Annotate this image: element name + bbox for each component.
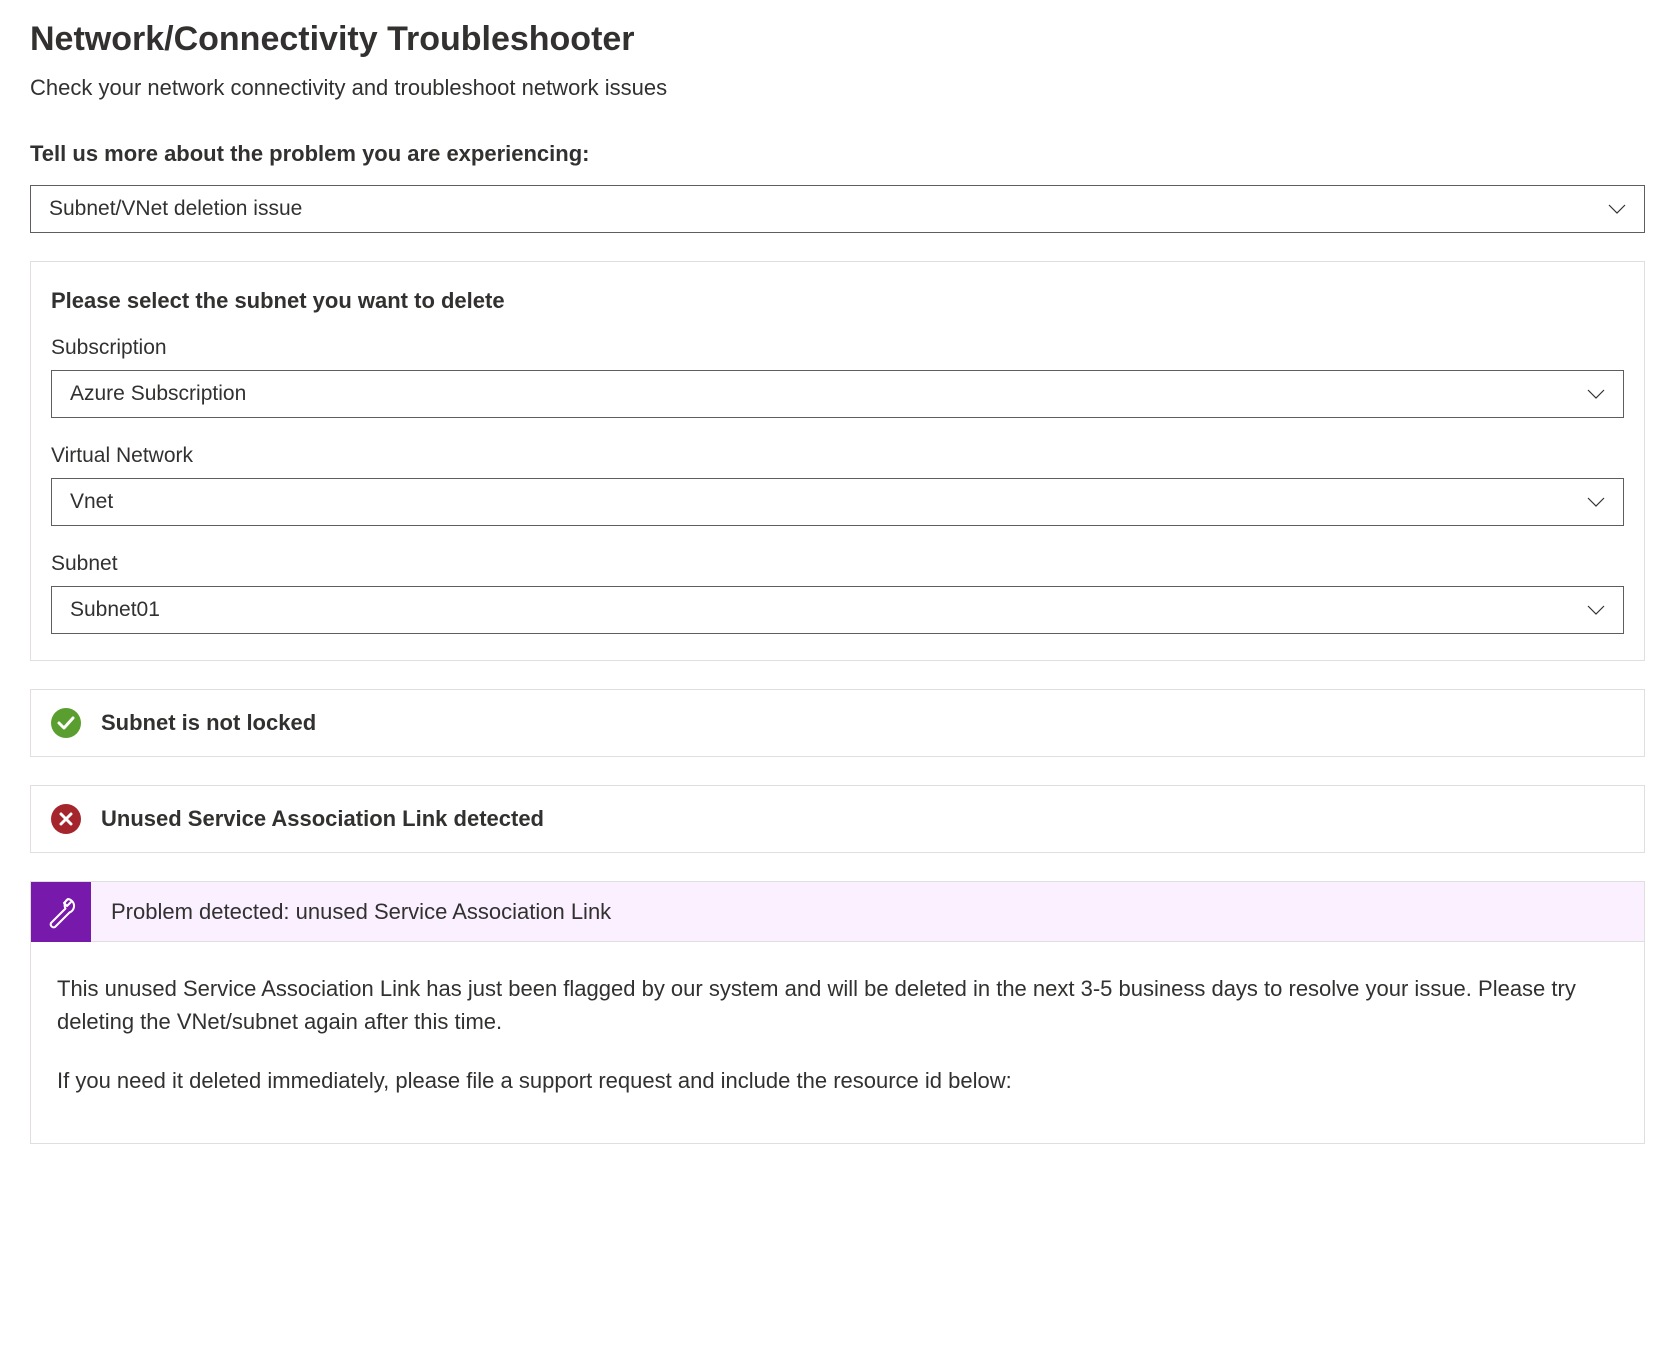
status-locked-row: Subnet is not locked — [30, 689, 1645, 757]
subscription-label: Subscription — [51, 336, 1624, 360]
page-subtitle: Check your network connectivity and trou… — [30, 75, 1645, 101]
page-title: Network/Connectivity Troubleshooter — [30, 20, 1645, 59]
vnet-field: Virtual Network Vnet — [51, 444, 1624, 526]
problem-type-value: Subnet/VNet deletion issue — [49, 197, 302, 221]
status-sal-text: Unused Service Association Link detected — [101, 806, 544, 832]
subnet-value: Subnet01 — [70, 598, 160, 622]
problem-body: This unused Service Association Link has… — [31, 942, 1644, 1143]
subnet-field: Subnet Subnet01 — [51, 552, 1624, 634]
chevron-down-icon — [1608, 197, 1626, 221]
vnet-label: Virtual Network — [51, 444, 1624, 468]
x-icon — [51, 804, 81, 834]
check-icon — [51, 708, 81, 738]
subscription-dropdown[interactable]: Azure Subscription — [51, 370, 1624, 418]
problem-type-label: Tell us more about the problem you are e… — [30, 141, 1645, 167]
problem-header-title: Problem detected: unused Service Associa… — [111, 899, 611, 925]
subnet-selection-title: Please select the subnet you want to del… — [51, 288, 1624, 314]
chevron-down-icon — [1587, 598, 1605, 622]
status-locked-text: Subnet is not locked — [101, 710, 316, 736]
problem-body-text-2: If you need it deleted immediately, plea… — [57, 1064, 1618, 1097]
subnet-selection-card: Please select the subnet you want to del… — [30, 261, 1645, 661]
status-sal-row: Unused Service Association Link detected — [30, 785, 1645, 853]
wrench-icon — [31, 882, 91, 942]
problem-panel: Problem detected: unused Service Associa… — [30, 881, 1645, 1144]
vnet-value: Vnet — [70, 490, 113, 514]
problem-header: Problem detected: unused Service Associa… — [31, 882, 1644, 942]
subscription-value: Azure Subscription — [70, 382, 246, 406]
chevron-down-icon — [1587, 382, 1605, 406]
problem-type-section: Tell us more about the problem you are e… — [30, 141, 1645, 233]
vnet-dropdown[interactable]: Vnet — [51, 478, 1624, 526]
problem-type-dropdown[interactable]: Subnet/VNet deletion issue — [30, 185, 1645, 233]
subscription-field: Subscription Azure Subscription — [51, 336, 1624, 418]
chevron-down-icon — [1587, 490, 1605, 514]
subnet-dropdown[interactable]: Subnet01 — [51, 586, 1624, 634]
subnet-label: Subnet — [51, 552, 1624, 576]
problem-body-text-1: This unused Service Association Link has… — [57, 972, 1618, 1038]
